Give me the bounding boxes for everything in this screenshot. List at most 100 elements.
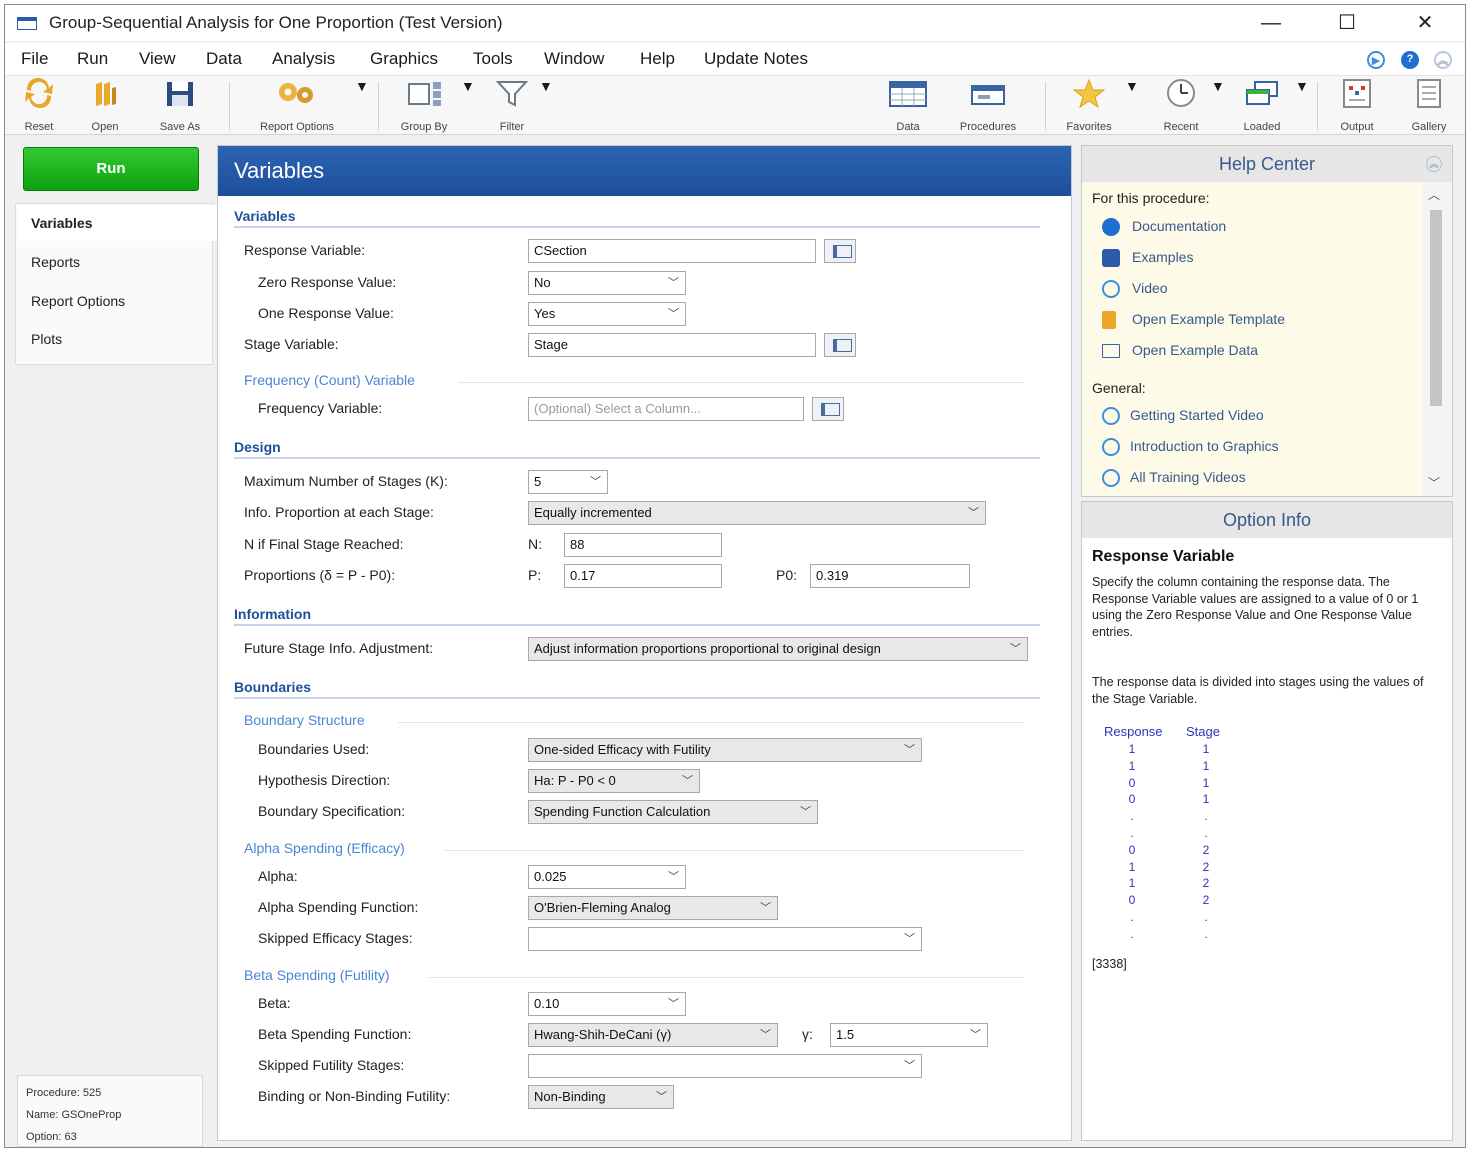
gamma-select[interactable]: 1.5 ﹀ <box>830 1023 988 1047</box>
menu-run[interactable]: Run <box>77 49 108 69</box>
data-button[interactable]: Data <box>885 78 931 133</box>
all-training-videos-link[interactable]: All Training Videos <box>1130 469 1246 485</box>
reset-button[interactable]: Reset <box>15 77 63 133</box>
menu-file[interactable]: File <box>21 49 48 69</box>
output-button[interactable]: Output <box>1331 78 1383 133</box>
stage-variable-input[interactable]: Stage <box>528 333 816 357</box>
column-picker-icon[interactable] <box>812 397 844 421</box>
boundary-spec-select[interactable]: Spending Function Calculation ﹀ <box>528 800 818 824</box>
skipped-futility-select[interactable]: ﹀ <box>528 1054 922 1078</box>
menu-data[interactable]: Data <box>206 49 242 69</box>
run-button[interactable]: Run <box>23 147 199 191</box>
gallery-button[interactable]: Gallery <box>1401 78 1457 133</box>
play-video-icon[interactable]: ▶ <box>1367 51 1385 69</box>
filter-dropdown-icon[interactable]: ▼ <box>539 78 553 94</box>
window-title: Group-Sequential Analysis for One Propor… <box>49 13 503 32</box>
response-variable-input[interactable]: CSection <box>528 239 816 263</box>
n-input[interactable]: 88 <box>564 533 722 557</box>
subsection-divider <box>444 850 1024 851</box>
binding-futility-select[interactable]: Non-Binding ﹀ <box>528 1085 674 1109</box>
info-proportion-value: Equally incremented <box>534 505 652 520</box>
group-by-button[interactable]: Group By <box>393 78 455 133</box>
recent-dropdown-icon[interactable]: ▼ <box>1211 78 1225 94</box>
n-prefix-label: N: <box>528 536 542 552</box>
help-scrollbar[interactable]: ︿ ﹀ <box>1422 182 1452 496</box>
collapse-help-icon[interactable]: ︽ <box>1426 156 1442 172</box>
alpha-spending-fn-select[interactable]: O'Brien-Fleming Analog ﹀ <box>528 896 778 920</box>
open-example-data-link[interactable]: Open Example Data <box>1132 342 1258 358</box>
close-button[interactable]: ✕ <box>1403 9 1447 37</box>
menu-analysis[interactable]: Analysis <box>272 49 335 69</box>
option-id: [3338] <box>1092 957 1127 971</box>
intro-graphics-link[interactable]: Introduction to Graphics <box>1130 438 1279 454</box>
response-cell: . <box>1130 910 1134 924</box>
response-column-header: Response <box>1104 724 1163 739</box>
future-stage-select[interactable]: Adjust information proportions proportio… <box>528 637 1028 661</box>
report-options-button[interactable]: Report Options <box>245 78 349 133</box>
loaded-dropdown-icon[interactable]: ▼ <box>1295 78 1309 94</box>
nav-item-variables[interactable]: Variables <box>17 205 217 241</box>
p-prefix-label: P: <box>528 567 542 583</box>
scroll-up-icon[interactable]: ︿ <box>1428 186 1440 203</box>
documentation-icon <box>1102 218 1120 236</box>
future-stage-value: Adjust information proportions proportio… <box>534 641 881 656</box>
menu-help[interactable]: Help <box>640 49 675 69</box>
binding-futility-value: Non-Binding <box>534 1089 606 1104</box>
toolbar-separator <box>1045 82 1046 130</box>
column-picker-icon[interactable] <box>824 239 856 263</box>
beta-select[interactable]: 0.10 ﹀ <box>528 992 686 1016</box>
getting-started-video-link[interactable]: Getting Started Video <box>1130 407 1264 423</box>
minimize-button[interactable]: — <box>1249 9 1293 37</box>
alpha-label: Alpha: <box>258 868 298 884</box>
loaded-button[interactable]: Loaded <box>1235 78 1289 133</box>
one-response-select[interactable]: Yes ﹀ <box>528 302 686 326</box>
max-stages-select[interactable]: 5 ﹀ <box>528 470 608 494</box>
chevron-down-icon: ﹀ <box>656 1091 667 1103</box>
skipped-efficacy-select[interactable]: ﹀ <box>528 927 922 951</box>
documentation-link[interactable]: Documentation <box>1132 218 1226 234</box>
maximize-button[interactable]: ☐ <box>1325 9 1369 37</box>
recent-button[interactable]: Recent <box>1153 78 1209 133</box>
video-link[interactable]: Video <box>1132 280 1168 296</box>
nav-item-report-options[interactable]: Report Options <box>17 283 217 319</box>
save-as-button[interactable]: Save As <box>151 78 209 133</box>
p-input[interactable]: 0.17 <box>564 564 722 588</box>
scroll-down-icon[interactable]: ﹀ <box>1428 474 1440 491</box>
scroll-thumb[interactable] <box>1430 210 1442 406</box>
p0-input[interactable]: 0.319 <box>810 564 970 588</box>
menu-view[interactable]: View <box>139 49 176 69</box>
nav-item-plots[interactable]: Plots <box>17 321 217 357</box>
column-picker-icon[interactable] <box>824 333 856 357</box>
favorites-button[interactable]: Favorites <box>1057 78 1121 133</box>
menu-window[interactable]: Window <box>544 49 604 69</box>
stage-cell: 2 <box>1202 842 1210 857</box>
open-button[interactable]: Open <box>81 78 129 133</box>
menu-tools[interactable]: Tools <box>473 49 513 69</box>
zero-response-select[interactable]: No ﹀ <box>528 271 686 295</box>
chevron-down-icon: ﹀ <box>760 1029 771 1041</box>
nav-item-reports[interactable]: Reports <box>17 244 217 280</box>
frequency-variable-input[interactable]: (Optional) Select a Column... <box>528 397 804 421</box>
help-icon[interactable]: ? <box>1401 51 1419 69</box>
report-options-dropdown-icon[interactable]: ▼ <box>355 78 369 94</box>
boundaries-used-select[interactable]: One-sided Efficacy with Futility ﹀ <box>528 738 922 762</box>
response-cell: 0 <box>1128 775 1136 790</box>
option-info-panel: Option Info Response Variable Specify th… <box>1081 501 1453 1141</box>
filter-button[interactable]: Filter <box>489 78 535 133</box>
info-proportion-label: Info. Proportion at each Stage: <box>244 504 434 520</box>
beta-spending-fn-select[interactable]: Hwang-Shih-DeCani (γ) ﹀ <box>528 1023 778 1047</box>
for-procedure-label: For this procedure: <box>1092 190 1210 206</box>
procedures-button[interactable]: Procedures <box>949 78 1027 133</box>
hypothesis-direction-select[interactable]: Ha: P - P0 < 0 ﹀ <box>528 769 700 793</box>
menu-graphics[interactable]: Graphics <box>370 49 438 69</box>
favorites-dropdown-icon[interactable]: ▼ <box>1125 78 1139 94</box>
collapse-icon[interactable]: ︽ <box>1434 51 1452 69</box>
group-by-dropdown-icon[interactable]: ▼ <box>461 78 475 94</box>
chevron-down-icon: ﹀ <box>904 1060 915 1072</box>
alpha-select[interactable]: 0.025 ﹀ <box>528 865 686 889</box>
info-proportion-select[interactable]: Equally incremented ﹀ <box>528 501 986 525</box>
open-example-template-link[interactable]: Open Example Template <box>1132 311 1285 327</box>
stage-variable-label: Stage Variable: <box>244 336 339 352</box>
examples-link[interactable]: Examples <box>1132 249 1193 265</box>
menu-update-notes[interactable]: Update Notes <box>704 49 808 69</box>
